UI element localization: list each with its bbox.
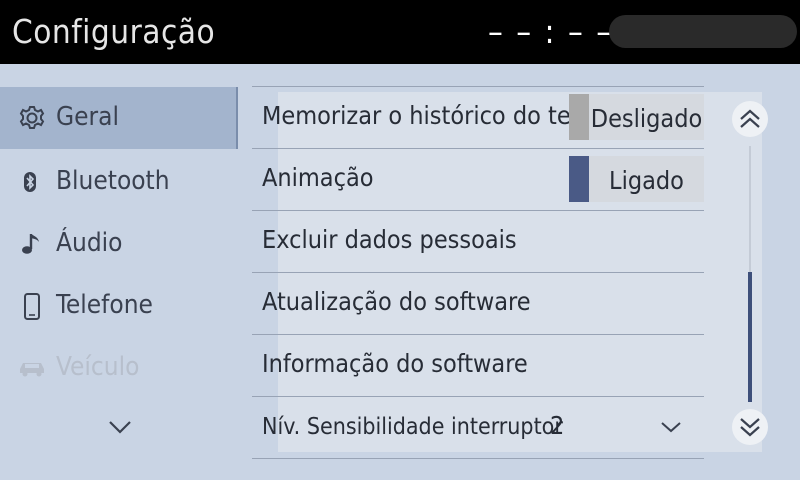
toggle-indicator: [569, 156, 589, 202]
list-divider: [252, 458, 704, 459]
scroll-up-button[interactable]: [732, 101, 768, 137]
phone-icon: [18, 291, 46, 321]
chevron-down-icon: [109, 421, 131, 434]
setting-row-animation[interactable]: Animação Ligado: [252, 148, 704, 211]
sidebar-item-geral[interactable]: Geral: [0, 87, 238, 149]
sidebar-more-button[interactable]: [104, 412, 136, 442]
setting-row-switch-sensitivity[interactable]: Nív. Sensibilidade interruptor 2: [252, 396, 704, 459]
toggle-state: Ligado: [609, 166, 684, 195]
setting-label: Nív. Sensibilidade interruptor: [262, 414, 563, 440]
sidebar-item-label: Veículo: [56, 352, 140, 382]
top-bar: Configuração – – : – –: [0, 0, 800, 64]
gear-icon: [18, 103, 46, 133]
toggle-indicator: [569, 94, 589, 140]
sidebar-item-label: Telefone: [56, 290, 153, 320]
setting-label: Informação do software: [262, 349, 528, 378]
music-note-icon: [18, 229, 46, 259]
car-icon: [18, 353, 46, 383]
setting-label: Animação: [262, 163, 374, 192]
scrollbar-thumb[interactable]: [748, 272, 752, 402]
animation-toggle[interactable]: Ligado: [569, 156, 704, 202]
setting-label: Atualização do software: [262, 287, 531, 316]
sidebar-item-label: Áudio: [56, 228, 123, 258]
double-chevron-down-icon: [740, 418, 760, 437]
keyboard-history-toggle[interactable]: Desligado: [569, 94, 704, 140]
sidebar-item-audio[interactable]: Áudio: [0, 213, 238, 275]
sidebar-item-label: Geral: [56, 102, 119, 132]
page-title: Configuração: [12, 12, 216, 51]
setting-label: Excluir dados pessoais: [262, 225, 517, 254]
sidebar-item-bluetooth[interactable]: Bluetooth: [0, 151, 238, 213]
sidebar-item-telefone[interactable]: Telefone: [0, 275, 238, 337]
setting-row-keyboard-history[interactable]: Memorizar o histórico do teclado Desliga…: [252, 86, 704, 149]
toggle-state: Desligado: [590, 104, 703, 133]
bluetooth-icon: [18, 167, 46, 197]
setting-row-software-info[interactable]: Informação do software: [252, 334, 704, 397]
scroll-down-button[interactable]: [732, 409, 768, 445]
status-area: [609, 15, 797, 48]
double-chevron-up-icon: [740, 109, 760, 128]
setting-row-software-update[interactable]: Atualização do software: [252, 272, 704, 335]
sensitivity-value: 2: [550, 411, 565, 440]
sidebar-item-label: Bluetooth: [56, 166, 170, 196]
clock: – – : – –: [488, 12, 614, 51]
setting-row-delete-personal-data[interactable]: Excluir dados pessoais: [252, 210, 704, 273]
chevron-down-icon[interactable]: [656, 412, 686, 442]
sidebar-item-veiculo[interactable]: Veículo: [0, 337, 238, 399]
